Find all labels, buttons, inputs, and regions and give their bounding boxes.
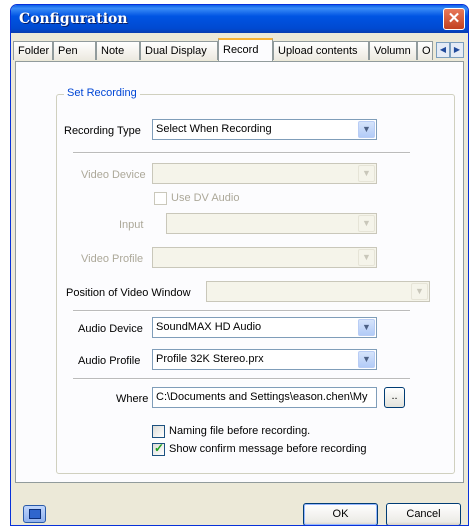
tab-pen[interactable]: Pen xyxy=(53,41,96,60)
audio-device-value: SoundMAX HD Audio xyxy=(156,321,262,333)
video-window-position-label: Position of Video Window xyxy=(66,287,191,299)
ok-button[interactable]: OK xyxy=(303,503,378,525)
audio-device-select[interactable]: SoundMAX HD Audio ▼ xyxy=(152,317,377,338)
window-title: Configuration xyxy=(19,11,128,27)
divider xyxy=(73,310,410,312)
audio-device-label: Audio Device xyxy=(78,323,143,335)
show-confirm-checkbox[interactable]: ✓ xyxy=(152,441,165,456)
configuration-dialog: Configuration ✕ Folder Pen Note Dual Dis… xyxy=(10,4,469,526)
tab-folder[interactable]: Folder xyxy=(13,41,53,60)
divider xyxy=(73,378,410,380)
use-dv-audio-label: Use DV Audio xyxy=(171,192,240,204)
recording-type-value: Select When Recording xyxy=(156,123,272,135)
chevron-down-icon[interactable]: ▼ xyxy=(358,121,375,138)
tab-record[interactable]: Record xyxy=(218,38,273,61)
input-label: Input xyxy=(119,219,144,231)
video-profile-select[interactable]: ▼ xyxy=(152,247,377,268)
tab-note[interactable]: Note xyxy=(96,41,140,60)
tab-other[interactable]: O xyxy=(417,41,433,60)
tab-scroll-buttons: ◀ ▶ xyxy=(436,42,464,58)
chevron-down-icon[interactable]: ▼ xyxy=(358,319,375,336)
chevron-down-icon[interactable]: ▼ xyxy=(358,215,375,232)
audio-profile-select[interactable]: Profile 32K Stereo.prx ▼ xyxy=(152,349,377,370)
title-bar[interactable]: Configuration ✕ xyxy=(11,5,468,33)
chevron-down-icon[interactable]: ▼ xyxy=(358,165,375,182)
naming-file-label: Naming file before recording. xyxy=(169,425,311,437)
chevron-down-icon[interactable]: ▼ xyxy=(358,249,375,266)
chevron-down-icon[interactable]: ▼ xyxy=(358,351,375,368)
audio-profile-label: Audio Profile xyxy=(78,355,141,367)
show-confirm-label: Show confirm message before recording xyxy=(169,443,367,455)
record-tab-panel: Set Recording Recording Type Select When… xyxy=(15,61,464,483)
video-device-label: Video Device xyxy=(81,169,146,181)
tab-dual-display[interactable]: Dual Display xyxy=(140,41,218,60)
video-device-select[interactable]: ▼ xyxy=(152,163,377,184)
recording-type-select[interactable]: Select When Recording ▼ xyxy=(152,119,377,140)
tab-strip: Folder Pen Note Dual Display Record Uplo… xyxy=(11,38,468,62)
use-dv-audio-checkbox[interactable] xyxy=(154,192,167,205)
monitor-icon xyxy=(29,509,41,519)
video-profile-label: Video Profile xyxy=(81,253,144,265)
help-button[interactable] xyxy=(23,505,46,523)
tab-scroll-left-icon[interactable]: ◀ xyxy=(436,42,450,58)
cancel-button[interactable]: Cancel xyxy=(386,503,461,525)
group-title: Set Recording xyxy=(64,87,140,99)
tab-scroll-right-icon[interactable]: ▶ xyxy=(450,42,464,58)
tab-volumn[interactable]: Volumn xyxy=(369,41,417,60)
browse-button[interactable]: .. xyxy=(384,387,405,408)
naming-file-checkbox[interactable] xyxy=(152,425,165,438)
tab-upload-contents[interactable]: Upload contents xyxy=(273,41,369,60)
close-icon: ✕ xyxy=(447,10,461,27)
where-path-field[interactable]: C:\Documents and Settings\eason.chen\My xyxy=(152,387,377,408)
video-window-position-select[interactable]: ▼ xyxy=(206,281,430,302)
input-select[interactable]: ▼ xyxy=(166,213,377,234)
where-label: Where xyxy=(116,393,149,405)
audio-profile-value: Profile 32K Stereo.prx xyxy=(156,353,264,365)
checkmark-icon: ✓ xyxy=(154,441,165,455)
chevron-down-icon[interactable]: ▼ xyxy=(411,283,428,300)
recording-type-label: Recording Type xyxy=(64,125,141,137)
divider xyxy=(73,152,410,154)
close-button[interactable]: ✕ xyxy=(443,8,465,30)
